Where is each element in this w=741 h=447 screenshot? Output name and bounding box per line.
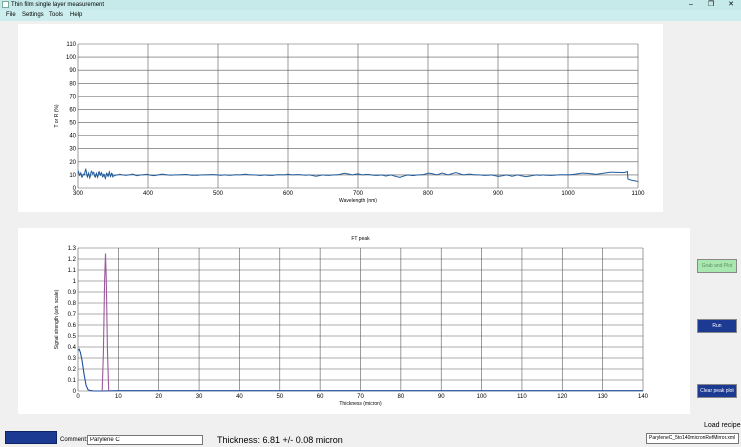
thickness-result: Thickness: 6.81 +/- 0.08 micron: [217, 435, 343, 445]
spectrum-panel: 300 400 500 600 700 800 900 1000 1100 0 10 20 30 40 50…: [18, 24, 663, 212]
x-tick-label: 120: [557, 394, 568, 400]
y-tick-label: 0.7: [68, 312, 77, 318]
y-tick-label: 20: [69, 160, 76, 166]
menu-file[interactable]: File: [6, 12, 16, 19]
y-tick-label: 1.3: [68, 246, 77, 252]
window-title: Thin film single layer measurement: [11, 2, 105, 8]
x-tick-label: 70: [357, 394, 364, 400]
x-tick-label: 40: [236, 394, 243, 400]
y-tick-label: 0.4: [68, 345, 77, 351]
y-tick-label: 1.2: [68, 257, 77, 263]
y-tick-label: 1.1: [68, 268, 77, 274]
minimize-button[interactable]: –: [684, 0, 698, 10]
run-button[interactable]: Run: [697, 319, 737, 333]
x-tick-label: 10: [115, 394, 122, 400]
y-tick-label: 40: [69, 134, 76, 140]
clear-peak-plot-button[interactable]: Clear peak plot: [697, 384, 737, 398]
x-tick-label: 20: [155, 394, 162, 400]
load-recipe-label: Load recipe: [704, 422, 741, 429]
y-tick-label: 0.5: [68, 334, 77, 340]
recipe-select[interactable]: ParyleneC_5to140micronRefMirror.xml: [646, 433, 739, 444]
x-tick-label: 110: [517, 394, 527, 400]
x-tick-label: 90: [438, 394, 445, 400]
menu-settings[interactable]: Settings: [22, 12, 44, 19]
x-tick-label: 900: [493, 191, 504, 197]
bottom-left-button[interactable]: [5, 431, 57, 444]
y-tick-label: 70: [69, 94, 76, 100]
x-tick-label: 130: [598, 394, 609, 400]
y-tick-label: 0.3: [68, 356, 77, 362]
y-axis-label: T or R (%): [54, 104, 60, 127]
x-tick-label: 30: [196, 394, 203, 400]
menu-bar: File Settings Tools Help: [0, 10, 741, 21]
menu-tools[interactable]: Tools: [49, 12, 63, 19]
y-tick-label: 80: [69, 81, 76, 87]
close-button[interactable]: ✕: [724, 0, 738, 10]
maximize-button[interactable]: ❐: [704, 0, 718, 10]
y-tick-label: 60: [69, 107, 76, 113]
x-tick-label: 600: [283, 191, 294, 197]
y-tick-label: 0.8: [68, 301, 77, 307]
x-tick-label: 80: [398, 394, 405, 400]
grab-plot-button[interactable]: Grab and Plot: [697, 259, 737, 273]
y-tick-label: 50: [69, 121, 76, 127]
comment-input[interactable]: [87, 435, 203, 445]
comment-label: Comment:: [60, 437, 88, 443]
ft-panel: 0 10 20 30 40 50 60 70 80 90 100 110 120 130 140 0 0.1 0.…: [18, 228, 690, 414]
y-tick-label: 0.1: [68, 378, 77, 384]
x-tick-label: 0: [76, 394, 80, 400]
y-tick-label: 0.2: [68, 367, 77, 373]
series-line: [101, 253, 110, 392]
x-tick-label: 500: [213, 191, 224, 197]
y-tick-label: 0.6: [68, 323, 77, 329]
spectrum-chart: 300 400 500 600 700 800 900 1000 110001020304050…: [54, 42, 646, 204]
x-tick-label: 700: [353, 191, 364, 197]
x-tick-label: 100: [477, 394, 488, 400]
x-tick-label: 60: [317, 394, 324, 400]
x-axis-label: Wavelength (nm): [339, 198, 377, 204]
y-tick-label: 110: [66, 42, 76, 48]
x-axis-label: Thickness (micron): [339, 401, 382, 407]
x-tick-label: 140: [638, 394, 649, 400]
y-tick-label: 0.9: [68, 290, 77, 296]
y-tick-label: 100: [66, 55, 77, 61]
y-tick-label: 90: [69, 68, 76, 74]
menu-help[interactable]: Help: [70, 12, 82, 19]
ft-peak-chart: 0 10 20 30 40 50 60 70 80 90 100 110 120 130 14000.10.…: [54, 236, 649, 407]
title-bar: Thin film single layer measurement – ❐ ✕: [0, 0, 741, 10]
y-tick-label: 30: [69, 147, 76, 153]
x-tick-label: 1100: [632, 191, 646, 197]
chart-title: FT peak: [351, 236, 370, 242]
x-tick-label: 800: [423, 191, 434, 197]
app-icon: [2, 1, 9, 8]
y-tick-label: 10: [69, 173, 76, 179]
x-tick-label: 1000: [561, 191, 575, 197]
y-axis-label: Signal strength (arb. scale): [54, 289, 60, 349]
x-tick-label: 50: [276, 394, 283, 400]
x-tick-label: 400: [143, 191, 154, 197]
y-tick-label: 1: [73, 279, 77, 285]
